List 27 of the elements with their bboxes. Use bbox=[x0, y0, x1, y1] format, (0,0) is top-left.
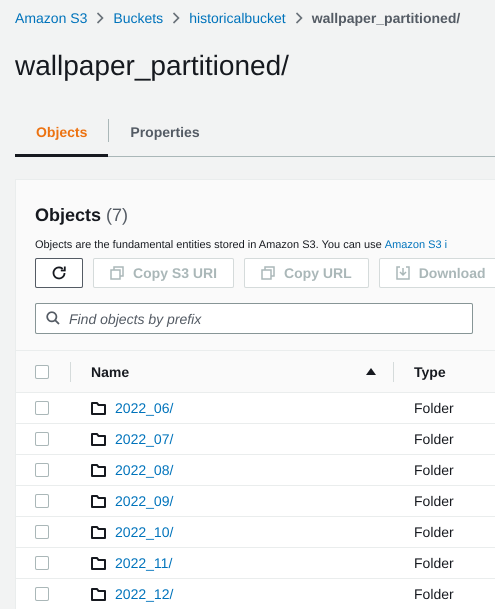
column-header[interactable]: Name bbox=[91, 364, 366, 380]
table-cell-text: Folder bbox=[413, 555, 455, 571]
table-cell-text: Folder bbox=[413, 586, 455, 602]
folder-link[interactable]: 2022_11/ bbox=[115, 555, 172, 571]
learn-link[interactable]: Amazon S3 i bbox=[384, 239, 448, 251]
column-header[interactable]: Type bbox=[414, 364, 495, 380]
folder-link[interactable]: 2022_10/ bbox=[115, 524, 174, 540]
folder-link[interactable]: 2022_12/ bbox=[115, 586, 174, 602]
table-cell-text: Folder bbox=[413, 462, 455, 478]
breadcrumb-current: wallpaper_partitioned/ bbox=[312, 10, 460, 26]
search-field[interactable]: Find objects by prefix bbox=[35, 303, 473, 334]
table-cell-text: Folder bbox=[413, 493, 455, 509]
table-cell-text: Folder bbox=[413, 524, 455, 540]
folder-link[interactable]: 2022_09/ bbox=[115, 493, 174, 509]
folder-link[interactable]: 2022_08/ bbox=[115, 462, 174, 478]
breadcrumb-link[interactable]: Buckets bbox=[113, 10, 164, 26]
page-title: wallpaper_partitioned/ bbox=[15, 49, 290, 83]
breadcrumb-link[interactable]: historicalbucket bbox=[189, 10, 286, 26]
tab[interactable]: Properties bbox=[109, 109, 221, 157]
folder-link[interactable]: 2022_06/ bbox=[115, 400, 174, 416]
tab[interactable]: Objects bbox=[15, 109, 108, 157]
folder-link[interactable]: 2022_07/ bbox=[115, 431, 174, 447]
table-cell-text: Folder bbox=[413, 400, 455, 416]
breadcrumb-link[interactable]: Amazon S3 bbox=[15, 10, 88, 26]
table-cell-text: Folder bbox=[413, 431, 455, 447]
panel-description: Objects are the fundamental entities stored in Amazon S3. You can use Amazon S3 i bbox=[35, 238, 448, 253]
panel-heading: Objects (7) bbox=[35, 204, 130, 227]
